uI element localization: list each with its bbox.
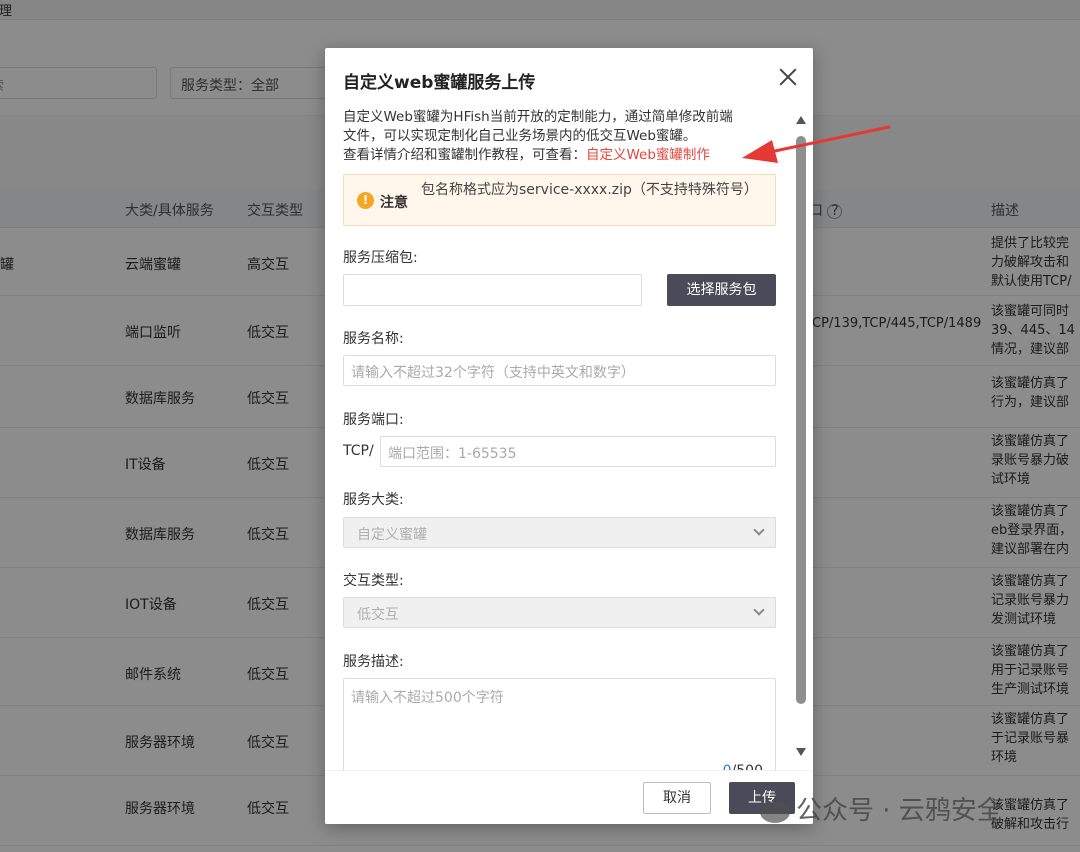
modal-footer: 取消 上传 [325, 770, 813, 824]
scroll-down-icon[interactable] [796, 748, 806, 756]
cancel-button[interactable]: 取消 [643, 782, 711, 814]
form: 服务压缩包: 选择服务包 服务名称: 请输入不超过32个字符（支持中英文和数字）… [343, 226, 776, 816]
interaction-label: 交互类型: [343, 573, 404, 589]
tutorial-link[interactable]: 自定义Web蜜罐制作 [586, 147, 710, 163]
description-textarea[interactable]: 请输入不超过500个字符 0/500 [343, 678, 776, 779]
intro-line: 查看详情介绍和蜜罐制作教程，可查看：自定义Web蜜罐制作 [343, 147, 710, 163]
intro-line: 自定义Web蜜罐为HFish当前开放的定制能力，通过简单修改前端 [343, 109, 733, 125]
close-icon[interactable] [777, 66, 799, 88]
chevron-down-icon [753, 524, 765, 536]
modal-body: 自定义Web蜜罐为HFish当前开放的定制能力，通过简单修改前端 文件，可以实现… [343, 108, 776, 816]
service-name-input[interactable]: 请输入不超过32个字符（支持中英文和数字） [343, 355, 776, 386]
intro-text: 自定义Web蜜罐为HFish当前开放的定制能力，通过简单修改前端 文件，可以实现… [343, 108, 776, 165]
intro-line: 文件，可以实现定制化自己业务场景内的低交互Web蜜罐。 [343, 128, 697, 144]
scroll-thumb[interactable] [796, 136, 806, 704]
package-label: 服务压缩包: [343, 250, 418, 266]
port-prefix: TCP/ [343, 443, 374, 459]
category-select: 自定义蜜罐 [343, 517, 776, 548]
modal-scrollbar[interactable] [795, 116, 807, 766]
modal-title: 自定义web蜜罐服务上传 [343, 73, 536, 93]
scroll-up-icon[interactable] [796, 116, 806, 124]
watermark: 公众号 · 云鸦安全 [760, 790, 1003, 827]
notice-box: ! 注意 包名称格式应为service-xxxx.zip（不支持特殊符号） [343, 174, 776, 226]
port-label: 服务端口: [343, 412, 404, 428]
interaction-select: 低交互 [343, 597, 776, 628]
port-input[interactable]: 端口范围：1-65535 [380, 436, 776, 467]
notice-text: 包名称格式应为service-xxxx.zip（不支持特殊符号） [421, 182, 758, 198]
upload-modal: 自定义web蜜罐服务上传 自定义Web蜜罐为HFish当前开放的定制能力，通过简… [325, 48, 813, 824]
package-input[interactable] [343, 274, 642, 306]
wechat-icon [760, 800, 790, 823]
name-label: 服务名称: [343, 331, 404, 347]
category-label: 服务大类: [343, 492, 404, 508]
select-package-button[interactable]: 选择服务包 [667, 274, 776, 306]
description-label: 服务描述: [343, 654, 404, 670]
notice-tag: 注意 [380, 195, 408, 211]
warning-icon: ! [357, 192, 374, 209]
chevron-down-icon [753, 604, 765, 616]
